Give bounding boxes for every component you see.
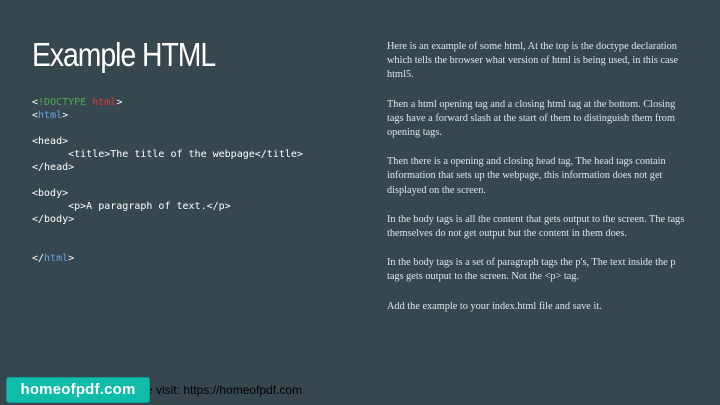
explanation-text: Here is an example of some html, At the … (387, 40, 687, 329)
code-line: <p>A paragraph of text.</p> (32, 200, 303, 213)
code-token: <p>A paragraph of text.</p> (32, 201, 231, 212)
code-token: </ (32, 253, 45, 264)
homeofpdf-link-badge[interactable]: homeofpdf.com (6, 377, 150, 403)
paragraph-instruction: Add the example to your index.html file … (387, 300, 602, 312)
code-line: </body> (32, 213, 303, 226)
code-token: </head> (32, 162, 75, 173)
code-token: html (44, 253, 69, 264)
code-block: <!DOCTYPE html> <html> <head> <title>The t… (32, 96, 303, 265)
footer-visit-text: se visit: https://homeofpdf.com (140, 383, 303, 397)
code-token: html (92, 97, 117, 108)
code-line: <!DOCTYPE html> (32, 96, 303, 109)
slide: Example HTML <!DOCTYPE html> <html> <head>… (0, 0, 720, 405)
code-token: > (68, 253, 75, 264)
paragraph-p-tags: In the body tags is a set of paragraph t… (387, 257, 676, 283)
code-token: <body> (32, 188, 69, 199)
code-line: <html> (32, 109, 303, 122)
code-token: > (62, 110, 69, 121)
code-token: html (38, 110, 63, 121)
code-token: !DOCTYPE (38, 97, 87, 108)
code-line: <head> (32, 135, 303, 148)
code-line: </head> (32, 161, 303, 174)
code-token: > (116, 97, 123, 108)
slide-title: Example HTML (32, 36, 216, 73)
code-line: <body> (32, 187, 303, 200)
paragraph-html-tags: Then a html opening tag and a closing ht… (387, 98, 676, 139)
code-token: <title>The title of the webpage</title> (32, 149, 303, 160)
code-line: </html> (32, 252, 303, 265)
paragraph-head-tags: Then there is a opening and closing head… (387, 156, 666, 196)
code-token: </body> (32, 214, 75, 225)
paragraph-doctype: Here is an example of some html, At the … (387, 41, 679, 81)
paragraph-body-tags: In the body tags is all the content that… (387, 213, 685, 240)
code-line: <title>The title of the webpage</title> (32, 148, 303, 161)
code-token: <head> (32, 136, 69, 147)
